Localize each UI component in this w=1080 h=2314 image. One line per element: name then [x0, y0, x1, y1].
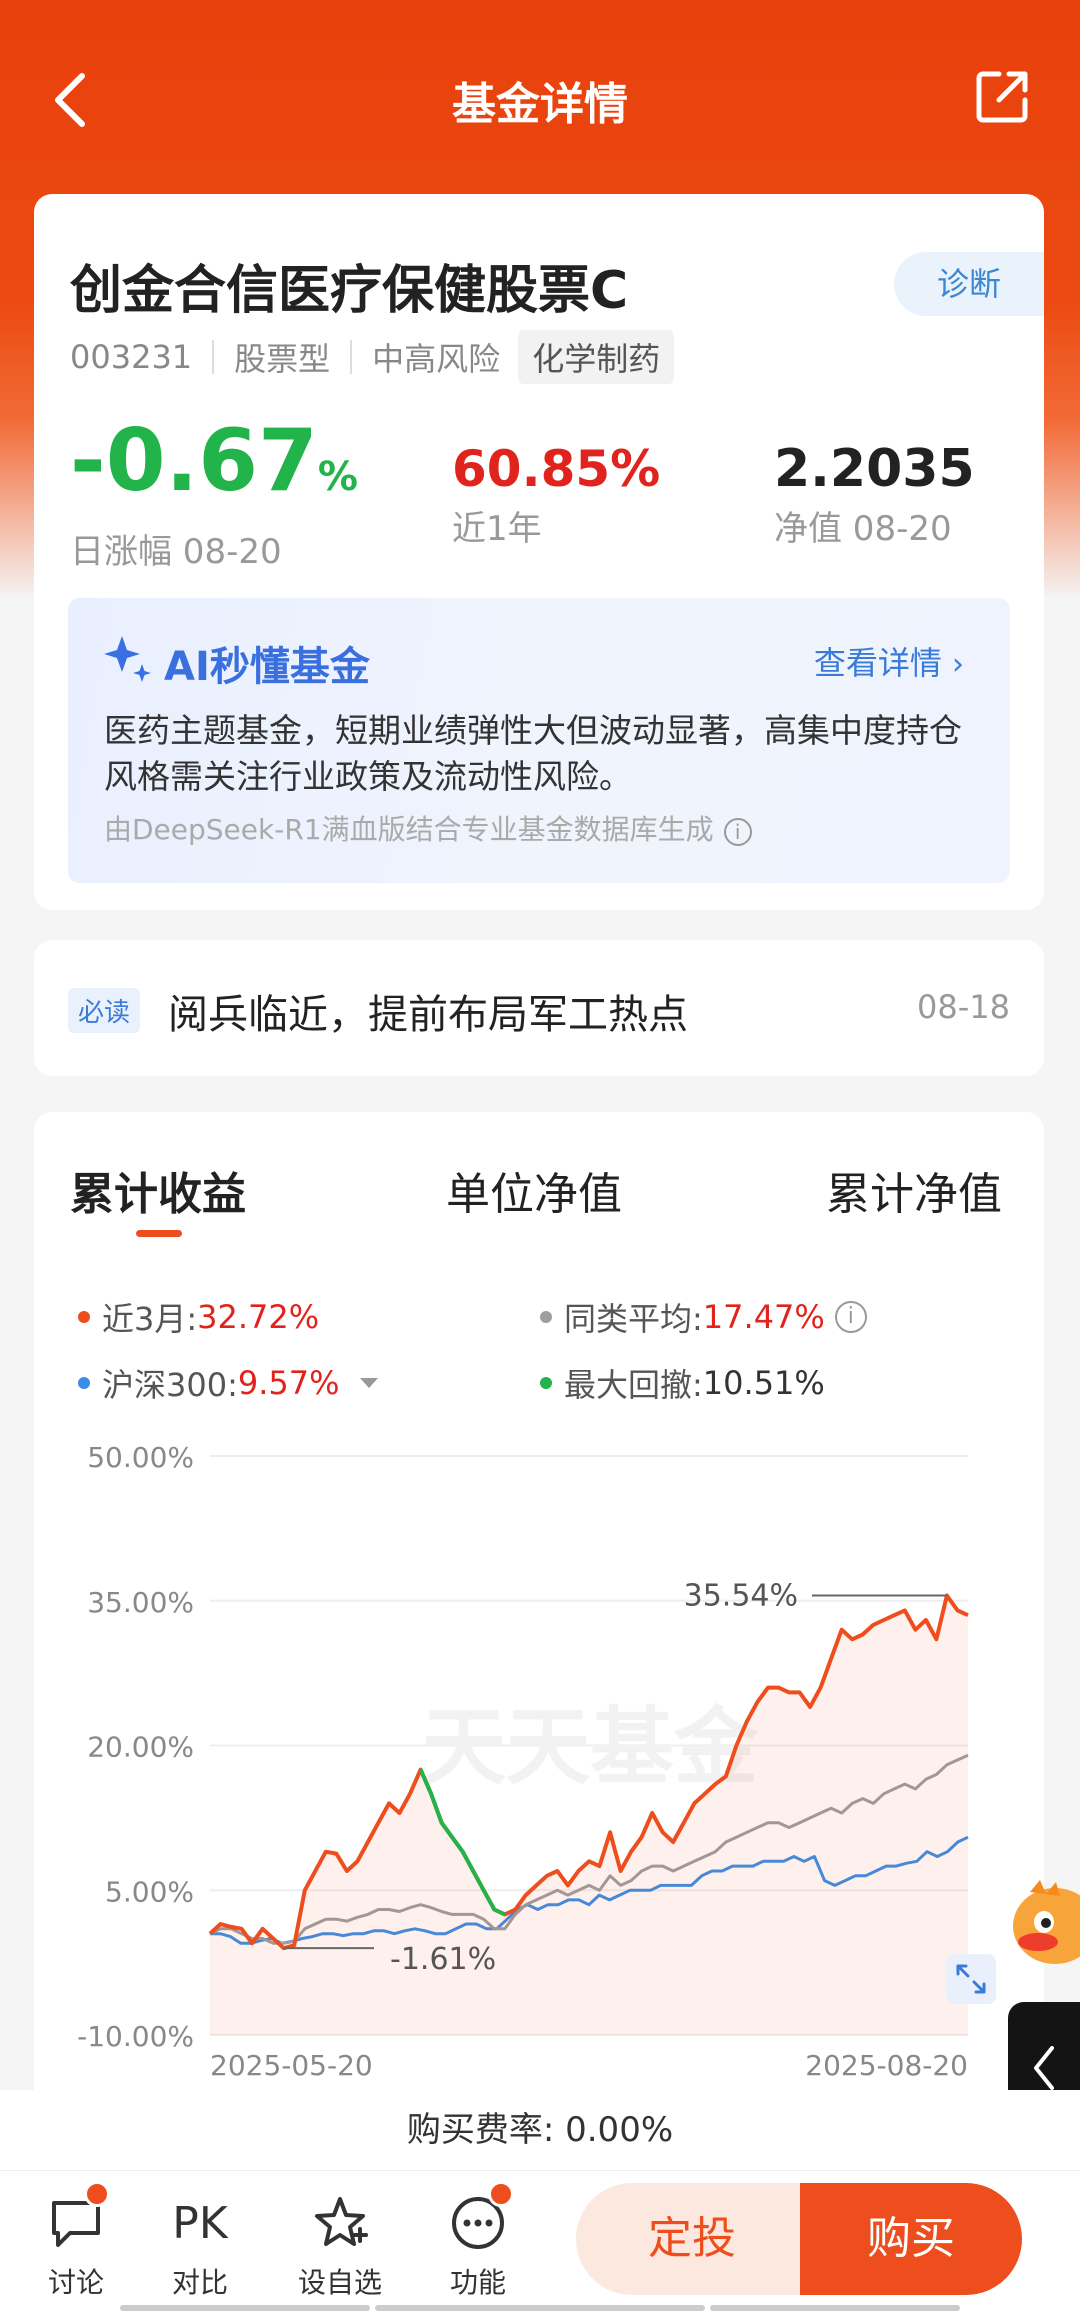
nav-compare-label: 对比 [171, 2266, 228, 2299]
nav-more[interactable]: 功能 [428, 2181, 528, 2301]
mascot-icon[interactable] [1010, 1876, 1080, 1976]
x-tick-label: 2025-08-20 [805, 2049, 968, 2082]
pk-icon-text: PK [172, 2197, 228, 2249]
home-indicator [710, 2305, 960, 2311]
nav-favorite-label: 设自选 [297, 2266, 382, 2299]
min-label: -1.61% [390, 1942, 496, 1977]
nav-discuss[interactable]: 讨论 [26, 2181, 126, 2301]
return-chart[interactable]: 50.00% 35.00% 20.00% 5.00% -10.00% 天天基金 2025-0… [0, 0, 1080, 2100]
purchase-fee: 购买费率: 0.00% [0, 2090, 1080, 2170]
home-indicator [120, 2305, 370, 2311]
notification-dot [488, 2181, 514, 2207]
nav-more-label: 功能 [449, 2266, 506, 2299]
y-tick-label: -10.00% [77, 2020, 194, 2053]
expand-chart-icon[interactable] [946, 1954, 996, 2004]
max-label: 35.54% [684, 1579, 798, 1614]
bottom-nav: 讨论 PK 对比 设自选 功能 定投 购买 [0, 2170, 1080, 2314]
more-icon [428, 2189, 528, 2257]
y-tick-label: 5.00% [105, 1875, 194, 1908]
nav-discuss-label: 讨论 [47, 2266, 104, 2299]
home-indicator [375, 2305, 705, 2311]
auto-invest-button[interactable]: 定投 [576, 2183, 808, 2295]
x-tick-label: 2025-05-20 [210, 2049, 373, 2082]
fund-area [210, 1595, 968, 2035]
notification-dot [84, 2181, 110, 2207]
chat-bubble-icon [26, 2189, 126, 2257]
watermark: 天天基金 [422, 1698, 759, 1796]
y-tick-label: 50.00% [87, 1441, 194, 1474]
star-icon [290, 2189, 390, 2257]
nav-compare[interactable]: PK 对比 [150, 2189, 250, 2301]
buy-button[interactable]: 购买 [800, 2183, 1022, 2295]
pk-icon: PK [150, 2189, 250, 2257]
y-tick-label: 35.00% [87, 1586, 194, 1619]
nav-favorite[interactable]: 设自选 [290, 2189, 390, 2301]
y-tick-label: 20.00% [87, 1731, 194, 1764]
